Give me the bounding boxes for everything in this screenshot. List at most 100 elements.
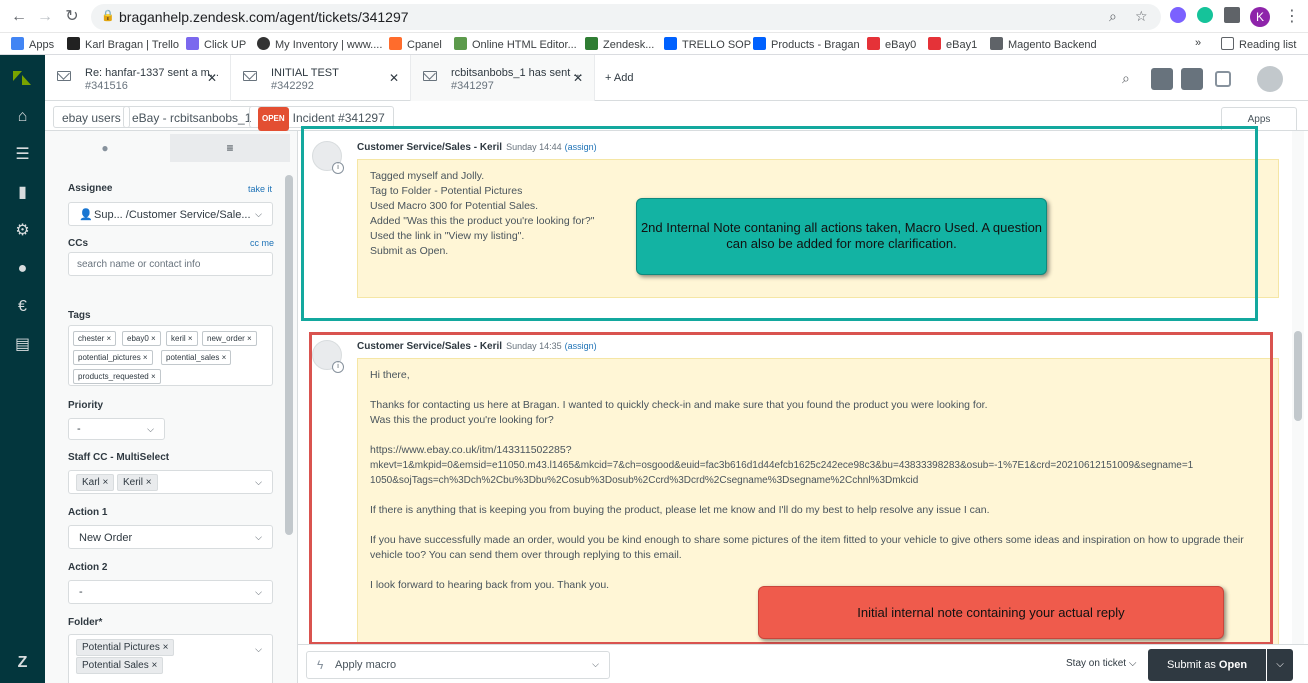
tab-properties-icon[interactable]: ≡ [170,134,290,162]
browser-toolbar: ← → ↻ 🔒 braganhelp.zendesk.com/agent/tic… [0,0,1308,33]
zendesk-products-icon[interactable]: Z [0,645,45,681]
priority-select[interactable]: - ⌵ [68,418,165,440]
assignee-select[interactable]: 👤 Sup... /Customer Service/Sale... ⌵ [68,202,273,226]
user-avatar[interactable] [1257,66,1283,92]
ebay-icon [867,37,880,50]
conversation-scrollbar[interactable] [1292,131,1304,644]
bookmark-ebay1[interactable]: eBay1 [928,37,977,51]
forward-icon[interactable]: → [34,6,56,28]
ticket-tab-active[interactable]: rcbitsanbobs_1 has sent ... #341297 ✕ [411,55,595,101]
reload-icon[interactable]: ↻ [61,6,83,28]
views-icon[interactable]: ☰ [0,137,45,173]
reporting-icon[interactable]: ▮ [0,175,45,211]
tags-input[interactable]: chester × ebay0 × keril × new_order × po… [68,325,273,386]
tag[interactable]: keril × [166,331,198,346]
take-it-link[interactable]: take it [248,184,272,194]
submit-options-chevron-icon[interactable]: ⌵ [1267,649,1293,681]
action2-select[interactable]: - ⌵ [68,580,273,604]
customers-icon[interactable]: ● [0,251,45,287]
bookmark-label: Apps [29,39,55,51]
zendesk-logo-icon[interactable] [10,67,34,91]
staff-cc-label: Staff CC - MultiSelect [68,452,170,463]
properties-scrollbar[interactable] [285,175,293,535]
staff-cc-chip[interactable]: Keril × [117,474,158,491]
conversations-icon[interactable] [1151,68,1173,90]
apps-grid-icon[interactable] [1215,71,1231,87]
chevron-down-icon: ⌵ [255,477,262,487]
extension-icon[interactable] [1170,7,1186,23]
url-text[interactable]: braganhelp.zendesk.com/agent/tickets/341… [119,9,409,25]
more-menu-icon[interactable]: ⋮ [1284,6,1300,26]
breadcrumb-ticket[interactable]: OPEN Incident #341297 [249,106,394,131]
action1-select[interactable]: New Order ⌵ [68,525,273,549]
close-icon[interactable]: ✕ [389,71,399,85]
cc-search-input[interactable]: search name or contact info [68,252,273,276]
zendesk-sidebar: ⌂ ☰ ▮ ⚙ ● € ▤ Z [0,55,45,683]
bookmark-star-icon[interactable]: ☆ [1135,8,1148,25]
bookmark-label: eBay1 [946,39,978,51]
ticket-footer: ϟ Apply macro ⌵ Stay on ticket ⌵ Submit … [298,644,1308,683]
trello-icon [67,37,80,50]
folder-select[interactable]: Potential Pictures × Potential Sales × ⌵ [68,634,273,683]
address-bar[interactable]: 🔒 braganhelp.zendesk.com/agent/tickets/3… [91,4,1161,30]
reading-list-icon [1221,37,1234,50]
submit-button[interactable]: Submit as Open [1148,649,1266,681]
settings-gear-icon[interactable]: ⚙ [0,213,45,249]
zoom-icon[interactable]: ⌕ [1109,8,1117,25]
bookmark-magento[interactable]: Magento Backend [990,37,1097,51]
product-tray-icon[interactable] [1181,68,1203,90]
cc-me-link[interactable]: cc me [250,238,274,248]
tag[interactable]: products_requested × [73,369,161,384]
back-icon[interactable]: ← [8,6,30,28]
bookmark-products[interactable]: Products - Bragan [753,37,860,51]
breadcrumb-organization[interactable]: ebay users [53,106,130,128]
submit-status: Open [1218,659,1248,671]
bookmark-ebay0[interactable]: eBay0 [867,37,916,51]
breadcrumb-requester[interactable]: eBay - rcbitsanbobs_1 [123,106,261,128]
close-icon[interactable]: ✕ [573,71,583,85]
tag[interactable]: new_order × [202,331,257,346]
ticket-tab[interactable]: INITIAL TEST #342292 ✕ [231,55,411,101]
app-icon[interactable]: ▤ [0,327,45,363]
puzzle-icon[interactable] [1224,7,1240,23]
tag[interactable]: ebay0 × [122,331,161,346]
staff-cc-select[interactable]: Karl × Keril × ⌵ [68,470,273,494]
action1-value: New Order [79,532,133,544]
tag[interactable]: potential_sales × [161,350,232,365]
tag[interactable]: potential_pictures × [73,350,153,365]
reading-list[interactable]: Reading list [1221,37,1296,51]
ticket-tabs-bar: Re: hanfar-1337 sent a m... #341516 ✕ IN… [45,55,1308,101]
folder-chip[interactable]: Potential Sales × [76,657,164,674]
scrollbar-thumb[interactable] [1294,331,1302,421]
folder-label: Folder* [68,617,103,628]
chevron-down-icon: ⌵ [255,644,262,654]
bookmark-trello-sop[interactable]: TRELLO SOP [664,37,751,51]
tag[interactable]: chester × [73,331,117,346]
currency-icon[interactable]: € [0,289,45,325]
grammarly-icon[interactable] [1197,7,1213,23]
bookmark-inventory[interactable]: My Inventory | www.... [257,37,382,51]
stay-on-ticket-select[interactable]: Stay on ticket ⌵ [1066,658,1136,669]
html-editor-icon [454,37,467,50]
chevron-down-icon: ⌵ [255,209,262,219]
tab-user-icon[interactable]: ● [45,134,165,162]
staff-cc-chip[interactable]: Karl × [76,474,115,491]
add-tab-button[interactable]: + Add [605,72,633,84]
folder-chip[interactable]: Potential Pictures × [76,639,175,656]
bookmark-apps[interactable]: Apps [11,37,54,51]
profile-avatar[interactable]: K [1250,7,1270,27]
bookmark-trello[interactable]: Karl Bragan | Trello [67,37,179,51]
bookmark-zendesk[interactable]: Zendesk... [585,37,654,51]
ticket-tab[interactable]: Re: hanfar-1337 sent a m... #341516 ✕ [45,55,231,101]
bookmark-html-editor[interactable]: Online HTML Editor... [454,37,577,51]
mail-icon [57,71,71,81]
dropbox-icon [753,37,766,50]
apply-macro-label: Apply macro [335,659,397,671]
home-icon[interactable]: ⌂ [0,99,45,135]
apply-macro-button[interactable]: ϟ Apply macro ⌵ [306,651,610,679]
more-bookmarks[interactable]: » [1195,37,1201,49]
search-icon[interactable]: ⌕ [1122,70,1130,87]
close-icon[interactable]: ✕ [207,71,217,85]
bookmark-clickup[interactable]: Click UP [186,37,246,51]
bookmark-cpanel[interactable]: Cpanel [389,37,442,51]
